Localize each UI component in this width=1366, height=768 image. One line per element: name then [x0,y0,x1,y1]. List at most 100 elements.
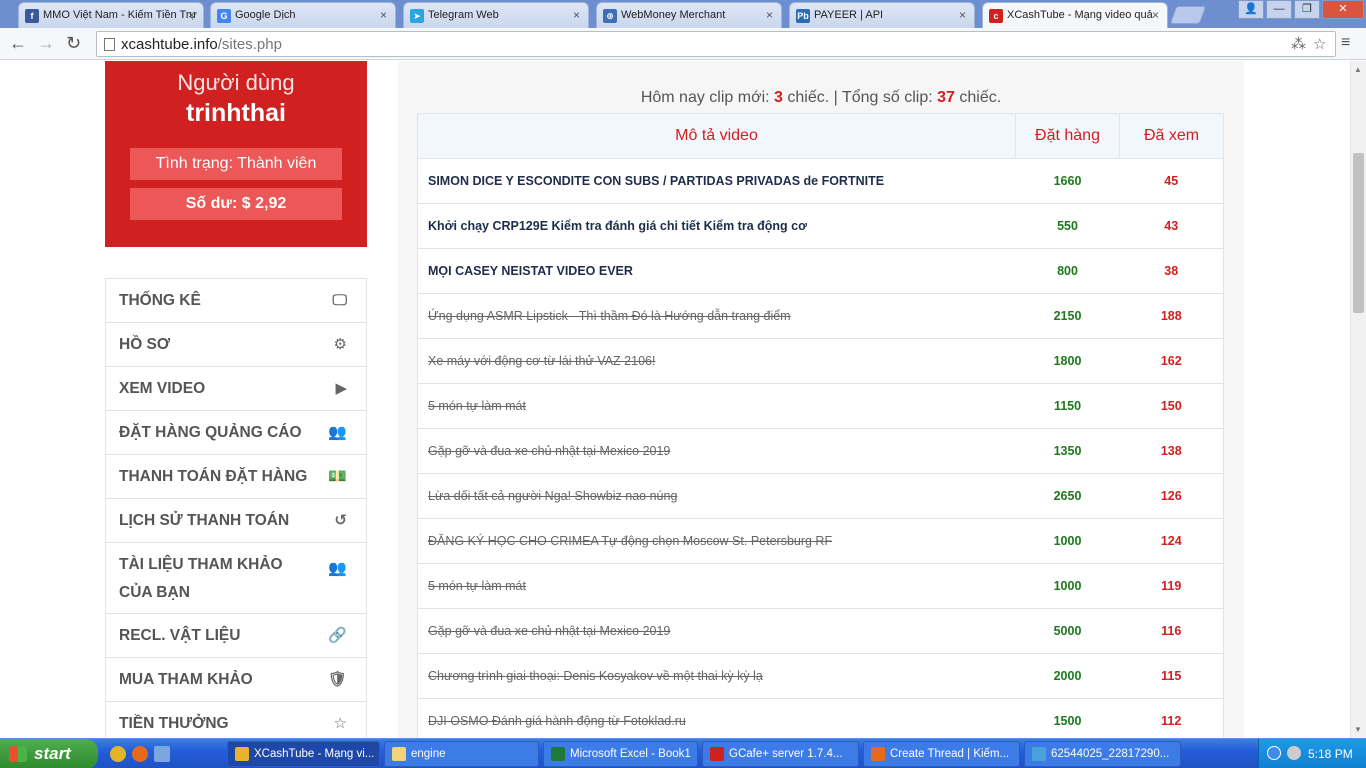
browser-tab-1[interactable]: f MMO Việt Nam - Kiếm Tiền Trự × [18,2,204,28]
url-text[interactable]: xcashtube.info/sites.php [121,36,282,53]
order-count: 2150 [1015,293,1120,339]
taskbar-item-1[interactable]: XCashTube - Mạng vi... [227,741,380,767]
video-description[interactable]: ĐĂNG KÝ HỌC CHO CRIMEA Tự động chọn Mosc… [417,518,1016,564]
link-icon: 🔗 [328,627,347,644]
sidebar-item-4[interactable]: ĐẶT HÀNG QUẢNG CÁO 👥 [106,411,366,455]
browser-tab-5[interactable]: Pb PAYEER | API × [789,2,975,28]
sidebar-item-10[interactable]: TIỀN THƯỞNG ☆ [106,702,366,738]
tray-volume-icon[interactable] [1287,746,1301,760]
table-row[interactable]: DJI OSMO Đánh giá hành động từ Fotoklad.… [417,698,1224,738]
taskbar-item-label: 62544025_22817290... [1051,748,1170,760]
status-label: Tình trạng: [155,155,234,172]
chrome-quicklaunch-icon[interactable] [110,746,126,762]
video-table: Mô tả video Đặt hàng Đã xem SIMON DICE Y… [417,113,1224,738]
browser-toolbar: ← → ↻ xcashtube.info/sites.php ⁂ ☆ ≡ [0,28,1366,60]
table-row[interactable]: MỌI CASEY NEISTAT VIDEO EVER 800 38 [417,248,1224,294]
sidebar-item-7[interactable]: TÀI LIỆU THAM KHẢO CỦA BẠN 👥 [106,543,366,614]
browser-tab-3[interactable]: ➤ Telegram Web × [403,2,589,28]
table-row[interactable]: Gặp gỡ và đua xe chủ nhật tại Mexico 201… [417,608,1224,654]
order-count: 2000 [1015,653,1120,699]
browser-tab-6[interactable]: c XCashTube - Mạng video quả × [982,2,1168,29]
xcashtube-icon: c [989,9,1003,23]
desktop-quicklaunch-icon[interactable] [154,746,170,762]
video-description[interactable]: DJI OSMO Đánh giá hành động từ Fotoklad.… [417,698,1016,738]
table-row[interactable]: ĐĂNG KÝ HỌC CHO CRIMEA Tự động chọn Mosc… [417,518,1224,564]
new-tab-button[interactable] [1169,6,1207,24]
address-bar[interactable]: xcashtube.info/sites.php ⁂ ☆ [96,31,1336,57]
browser-tab-4[interactable]: ⊕ WebMoney Merchant × [596,2,782,28]
video-description[interactable]: Lừa dối tất cả người Nga! Showbiz nao nú… [417,473,1016,519]
translate-icon[interactable]: ⁂ [1291,35,1306,53]
video-description[interactable]: SIMON DICE Y ESCONDITE CON SUBS / PARTID… [417,158,1016,204]
sidebar-item-8[interactable]: RECL. VẬT LIỆU 🔗 [106,614,366,658]
bookmark-star-icon[interactable]: ☆ [1313,35,1326,53]
scroll-down-icon[interactable]: ▼ [1354,725,1362,734]
browser-tab-strip: f MMO Việt Nam - Kiếm Tiền Trự × G Google Dị… [0,0,1366,29]
page-scrollbar[interactable]: ▲ ▼ [1350,61,1366,738]
table-row[interactable]: Xe máy với động cơ từ lái thử VAZ 2106! 1… [417,338,1224,384]
taskbar-item-3[interactable]: Microsoft Excel - Book1 [543,741,698,767]
table-row[interactable]: 5 món tự làm mát 1000 119 [417,563,1224,609]
video-description[interactable]: 5 món tự làm mát [417,563,1016,609]
table-row[interactable]: Khởi chạy CRP129E Kiểm tra đánh giá chi … [417,203,1224,249]
taskbar-item-6[interactable]: 62544025_22817290... [1024,741,1181,767]
start-label: start [34,744,71,763]
taskbar-item-label: XCashTube - Mạng vi... [254,748,375,760]
view-count: 188 [1119,293,1224,339]
restore-button[interactable]: ❐ [1294,0,1320,19]
sidebar-item-3[interactable]: XEM VIDEO ▶ [106,367,366,411]
status-value: Thành viên [237,155,317,172]
scrollbar-thumb[interactable] [1353,153,1364,313]
table-row[interactable]: 5 món tự làm mát 1150 150 [417,383,1224,429]
table-row[interactable]: Gặp gỡ và đua xe chủ nhật tại Mexico 201… [417,428,1224,474]
history-icon: ↺ [334,512,347,529]
minimize-button[interactable]: — [1266,0,1292,19]
firefox-quicklaunch-icon[interactable] [132,746,148,762]
start-button[interactable]: start [0,739,98,768]
view-count: 38 [1119,248,1224,294]
view-count: 126 [1119,473,1224,519]
video-description[interactable]: 5 món tự làm mát [417,383,1016,429]
order-count: 1000 [1015,518,1120,564]
table-row[interactable]: Ứng dụng ASMR Lipstick - Thì thầm Đó là … [417,293,1224,339]
close-window-button[interactable]: ✕ [1322,0,1364,19]
taskbar-item-5[interactable]: Create Thread | Kiếm... [863,741,1020,767]
video-description[interactable]: Xe máy với động cơ từ lái thử VAZ 2106! [417,338,1016,384]
taskbar-item-2[interactable]: engine [384,741,539,767]
video-description[interactable]: MỌI CASEY NEISTAT VIDEO EVER [417,248,1016,294]
tray-arrow-icon[interactable] [1267,746,1281,760]
column-header-viewed: Đã xem [1119,113,1224,159]
video-description[interactable]: Ứng dụng ASMR Lipstick - Thì thầm Đó là … [417,293,1016,339]
taskbar-item-4[interactable]: GCafe+ server 1.7.4... [702,741,859,767]
table-row[interactable]: Lừa dối tất cả người Nga! Showbiz nao nú… [417,473,1224,519]
video-description[interactable]: Khởi chạy CRP129E Kiểm tra đánh giá chi … [417,203,1016,249]
forward-button[interactable]: → [37,33,55,54]
browser-tab-2[interactable]: G Google Dịch × [210,2,396,28]
video-description[interactable]: Chương trình giai thoại: Denis Kosyakov … [417,653,1016,699]
telegram-icon: ➤ [410,9,424,23]
browser-menu-icon[interactable]: ≡ [1341,34,1350,52]
scroll-up-icon[interactable]: ▲ [1354,65,1362,74]
order-count: 1500 [1015,698,1120,738]
sidebar-item-5[interactable]: THANH TOÁN ĐẶT HÀNG 💵 [106,455,366,499]
back-button[interactable]: ← [9,33,27,54]
sidebar-item-1[interactable]: THỐNG KÊ 🖵 [106,279,366,323]
tab-close-icon[interactable]: × [380,8,387,22]
sidebar-item-6[interactable]: LỊCH SỬ THANH TOÁN ↺ [106,499,366,543]
profile-icon[interactable]: 👤 [1238,0,1264,19]
tab-close-icon[interactable]: × [573,8,580,22]
tab-close-icon[interactable]: × [959,8,966,22]
tab-close-icon[interactable]: × [1152,8,1159,22]
tab-close-icon[interactable]: × [766,8,773,22]
video-description[interactable]: Gặp gỡ và đua xe chủ nhật tại Mexico 201… [417,428,1016,474]
table-row[interactable]: Chương trình giai thoại: Denis Kosyakov … [417,653,1224,699]
table-row[interactable]: SIMON DICE Y ESCONDITE CON SUBS / PARTID… [417,158,1224,204]
star-icon: ☆ [333,715,347,732]
video-description[interactable]: Gặp gỡ và đua xe chủ nhật tại Mexico 201… [417,608,1016,654]
sidebar-item-9[interactable]: MUA THAM KHẢO 🛡 [106,658,366,702]
reload-button[interactable]: ↻ [66,33,81,54]
tab-close-icon[interactable]: × [188,8,195,22]
webmoney-icon: ⊕ [603,9,617,23]
sidebar-item-2[interactable]: HỒ SƠ ⚙ [106,323,366,367]
view-count: 150 [1119,383,1224,429]
